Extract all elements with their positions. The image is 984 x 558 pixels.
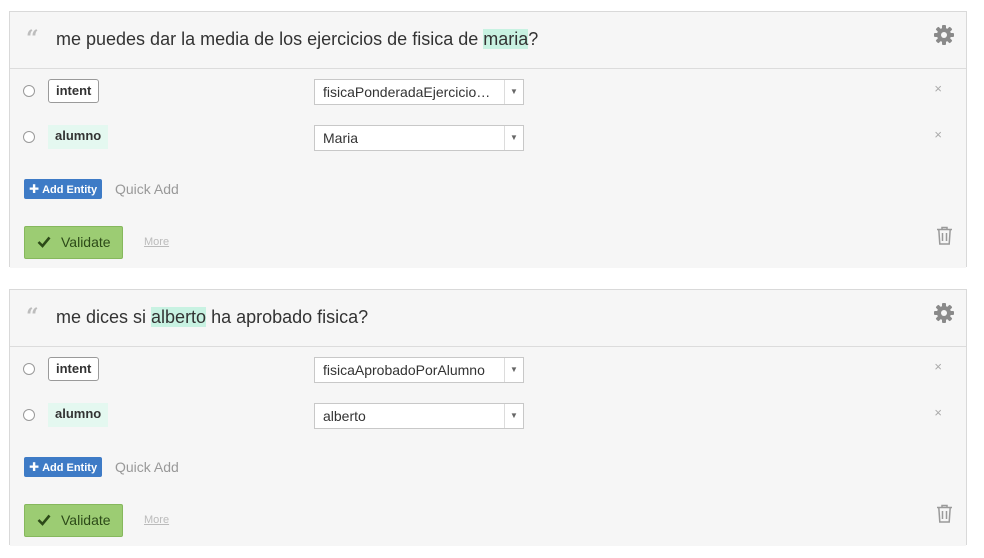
validate-label: Validate	[61, 512, 111, 528]
entity-radio[interactable]	[23, 85, 35, 97]
quick-add-link[interactable]: Quick Add	[115, 459, 179, 475]
highlighted-entity-text[interactable]: maria	[483, 29, 529, 49]
dropdown-arrow-icon[interactable]: ▼	[504, 358, 523, 382]
sample-footer: Validate More	[10, 494, 966, 546]
entity-row-alumno: alumno Maria ▼ ×	[10, 115, 966, 162]
quote-icon: “	[26, 26, 39, 52]
sample-footer: Validate More	[10, 216, 966, 268]
sample-sentence[interactable]: me dices si alberto ha aprobado fisica?	[56, 307, 368, 328]
quote-icon: “	[26, 304, 39, 330]
alumno-value-select[interactable]: alberto ▼	[314, 403, 524, 429]
check-icon	[37, 236, 51, 248]
entity-radio[interactable]	[23, 409, 35, 421]
validate-button[interactable]: Validate	[24, 504, 123, 537]
add-entity-button[interactable]: ✚ Add Entity	[24, 179, 103, 199]
sample-card: “ me puedes dar la media de los ejercici…	[9, 11, 967, 268]
close-icon[interactable]: ×	[934, 127, 942, 142]
plus-icon: ✚	[29, 182, 40, 196]
plus-icon: ✚	[29, 460, 40, 474]
entity-label-alumno: alumno	[48, 125, 109, 149]
close-icon[interactable]: ×	[934, 405, 942, 420]
sentence-text: me puedes dar la media de los ejercicios…	[56, 29, 484, 49]
select-value: Maria	[323, 130, 359, 146]
close-icon[interactable]: ×	[934, 359, 942, 374]
trash-icon[interactable]	[936, 226, 953, 245]
sample-header: “ me puedes dar la media de los ejercici…	[10, 12, 966, 69]
sentence-text: ?	[528, 29, 539, 49]
validate-button[interactable]: Validate	[24, 226, 123, 259]
validate-label: Validate	[61, 234, 111, 250]
sample-sentence[interactable]: me puedes dar la media de los ejercicios…	[56, 29, 538, 50]
add-entity-label: Add Entity	[42, 184, 98, 196]
gear-icon[interactable]	[934, 25, 954, 45]
quick-add-link[interactable]: Quick Add	[115, 181, 179, 197]
select-value: fisicaAprobadoPorAlumno	[323, 362, 485, 378]
entity-radio[interactable]	[23, 363, 35, 375]
add-entity-row: ✚ Add Entity Quick Add	[10, 161, 966, 217]
intent-value-select[interactable]: fisicaAprobadoPorAlumno ▼	[314, 357, 524, 383]
check-icon	[37, 514, 51, 526]
add-entity-button[interactable]: ✚ Add Entity	[24, 457, 103, 477]
select-value: alberto	[323, 408, 366, 424]
entity-label-intent: intent	[48, 357, 100, 381]
close-icon[interactable]: ×	[934, 81, 942, 96]
entity-label-alumno: alumno	[48, 403, 109, 427]
select-value: fisicaPonderadaEjercicio…	[323, 84, 491, 100]
alumno-value-select[interactable]: Maria ▼	[314, 125, 524, 151]
entity-row-intent: intent fisicaAprobadoPorAlumno ▼ ×	[10, 347, 966, 394]
highlighted-entity-text[interactable]: alberto	[151, 307, 207, 327]
trash-icon[interactable]	[936, 504, 953, 523]
more-link[interactable]: More	[144, 514, 169, 526]
entity-label-intent: intent	[48, 79, 100, 103]
sentence-text: me dices si	[56, 307, 152, 327]
entity-row-intent: intent fisicaPonderadaEjercicio… ▼ ×	[10, 69, 966, 116]
add-entity-label: Add Entity	[42, 462, 98, 474]
intent-value-select[interactable]: fisicaPonderadaEjercicio… ▼	[314, 79, 524, 105]
gear-icon[interactable]	[934, 303, 954, 323]
sample-card: “ me dices si alberto ha aprobado fisica…	[9, 289, 967, 546]
more-link[interactable]: More	[144, 236, 169, 248]
add-entity-row: ✚ Add Entity Quick Add	[10, 439, 966, 495]
sentence-text: ha aprobado fisica?	[206, 307, 369, 327]
dropdown-arrow-icon[interactable]: ▼	[504, 404, 523, 428]
dropdown-arrow-icon[interactable]: ▼	[504, 126, 523, 150]
dropdown-arrow-icon[interactable]: ▼	[504, 80, 523, 104]
entity-row-alumno: alumno alberto ▼ ×	[10, 393, 966, 440]
entity-radio[interactable]	[23, 131, 35, 143]
sample-header: “ me dices si alberto ha aprobado fisica…	[10, 290, 966, 347]
